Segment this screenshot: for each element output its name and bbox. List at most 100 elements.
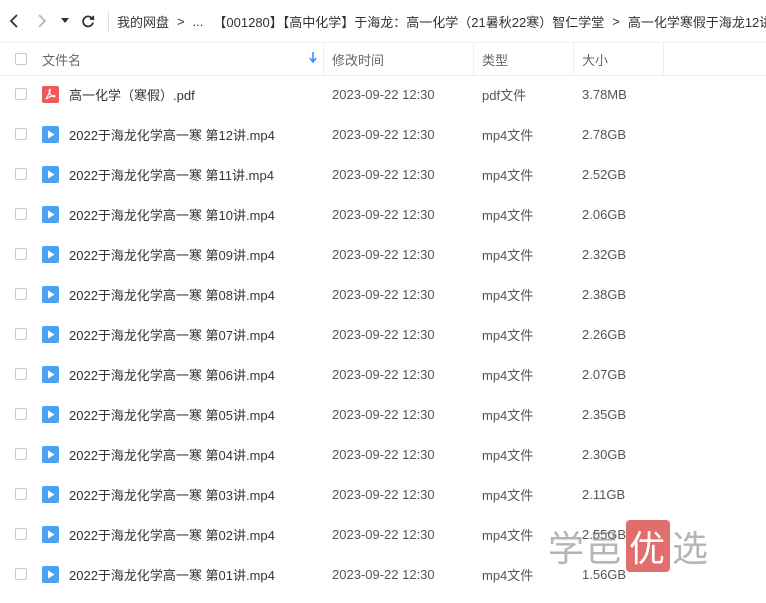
- refresh-icon: [82, 15, 95, 28]
- watermark-char: 邑: [586, 529, 625, 570]
- file-name[interactable]: 2022于海龙化学高一寒 第10讲.mp4: [69, 205, 275, 224]
- row-check-cell: [0, 128, 42, 140]
- file-row[interactable]: 2022于海龙化学高一寒 第06讲.mp4 2023-09-22 12:30 mp4…: [0, 354, 766, 394]
- breadcrumb-item[interactable]: ...: [191, 14, 206, 29]
- file-name[interactable]: 2022于海龙化学高一寒 第11讲.mp4: [69, 165, 274, 184]
- row-checkbox[interactable]: [15, 568, 27, 580]
- history-dropdown-button[interactable]: [56, 0, 74, 42]
- chevron-left-icon: [9, 14, 18, 28]
- video-icon: [42, 405, 59, 423]
- watermark-char: 学: [548, 529, 587, 570]
- file-name[interactable]: 2022于海龙化学高一寒 第06讲.mp4: [69, 365, 275, 384]
- file-modified: 2023-09-22 12:30: [332, 286, 435, 302]
- refresh-button[interactable]: [74, 0, 102, 42]
- breadcrumb-item[interactable]: 【001280】【高中化学】于海龙：高一化学（21暑秋22寒）智仁学堂: [211, 12, 606, 31]
- file-name[interactable]: 2022于海龙化学高一寒 第03讲.mp4: [69, 485, 275, 504]
- file-row[interactable]: 2022于海龙化学高一寒 第04讲.mp4 2023-09-22 12:30 mp4…: [0, 434, 766, 474]
- file-row[interactable]: 2022于海龙化学高一寒 第10讲.mp4 2023-09-22 12:30 mp4…: [0, 194, 766, 234]
- file-modified: 2023-09-22 12:30: [332, 486, 435, 502]
- file-name-cell: 2022于海龙化学高一寒 第09讲.mp4: [42, 245, 324, 264]
- file-row[interactable]: 2022于海龙化学高一寒 第09讲.mp4 2023-09-22 12:30 mp4…: [0, 234, 766, 274]
- file-row[interactable]: 2022于海龙化学高一寒 第05讲.mp4 2023-09-22 12:30 mp4…: [0, 394, 766, 434]
- file-size: 2.06GB: [582, 206, 627, 222]
- file-type: mp4文件: [482, 287, 534, 303]
- row-checkbox[interactable]: [15, 208, 27, 220]
- row-checkbox[interactable]: [15, 488, 27, 500]
- row-checkbox[interactable]: [15, 528, 27, 540]
- row-checkbox[interactable]: [15, 328, 27, 340]
- forward-button[interactable]: [28, 0, 56, 42]
- file-row[interactable]: 2022于海龙化学高一寒 第08讲.mp4 2023-09-22 12:30 mp4…: [0, 274, 766, 314]
- file-size: 2.26GB: [582, 326, 627, 342]
- column-header-type[interactable]: 类型: [474, 43, 574, 75]
- file-size: 2.32GB: [582, 246, 627, 262]
- back-button[interactable]: [0, 0, 28, 42]
- row-check-cell: [0, 528, 42, 540]
- column-header-type-label: 类型: [482, 52, 509, 68]
- file-type: mp4文件: [482, 367, 534, 383]
- file-row[interactable]: 2022于海龙化学高一寒 第11讲.mp4 2023-09-22 12:30 mp4…: [0, 154, 766, 194]
- row-checkbox[interactable]: [15, 448, 27, 460]
- row-check-cell: [0, 168, 42, 180]
- file-name-cell: 2022于海龙化学高一寒 第07讲.mp4: [42, 325, 324, 344]
- top-toolbar: 我的网盘 > ... 【001280】【高中化学】于海龙：高一化学（21暑秋22…: [0, 0, 766, 42]
- file-name[interactable]: 2022于海龙化学高一寒 第08讲.mp4: [69, 285, 275, 304]
- file-size: 2.35GB: [582, 406, 627, 422]
- video-icon: [42, 365, 59, 383]
- select-all-cell: [0, 53, 42, 65]
- caret-down-icon: [61, 18, 69, 23]
- file-modified: 2023-09-22 12:30: [332, 166, 435, 182]
- select-all-checkbox[interactable]: [15, 53, 27, 65]
- file-type: mp4文件: [482, 167, 534, 183]
- file-row[interactable]: 2022于海龙化学高一寒 第07讲.mp4 2023-09-22 12:30 mp4…: [0, 314, 766, 354]
- row-check-cell: [0, 408, 42, 420]
- row-check-cell: [0, 448, 42, 460]
- video-icon: [42, 565, 59, 583]
- file-name[interactable]: 2022于海龙化学高一寒 第02讲.mp4: [69, 525, 275, 544]
- column-header-modified-label: 修改时间: [332, 52, 385, 68]
- file-name[interactable]: 2022于海龙化学高一寒 第07讲.mp4: [69, 325, 275, 344]
- file-size: 2.07GB: [582, 366, 627, 382]
- column-header-size[interactable]: 大小: [574, 43, 664, 75]
- row-checkbox[interactable]: [15, 168, 27, 180]
- file-name[interactable]: 高一化学（寒假）.pdf: [69, 85, 195, 104]
- file-name-cell: 2022于海龙化学高一寒 第02讲.mp4: [42, 525, 324, 544]
- file-size: 2.52GB: [582, 166, 627, 182]
- file-list-header: 文件名 修改时间 类型 大小: [0, 42, 766, 76]
- breadcrumb-item[interactable]: 我的网盘: [115, 12, 171, 31]
- row-check-cell: [0, 488, 42, 500]
- breadcrumb: 我的网盘 > ... 【001280】【高中化学】于海龙：高一化学（21暑秋22…: [115, 12, 766, 31]
- file-modified: 2023-09-22 12:30: [332, 86, 435, 102]
- column-header-modified[interactable]: 修改时间: [324, 43, 474, 75]
- file-modified: 2023-09-22 12:30: [332, 326, 435, 342]
- file-size: 2.78GB: [582, 126, 627, 142]
- file-type: mp4文件: [482, 447, 534, 463]
- file-name-cell: 2022于海龙化学高一寒 第10讲.mp4: [42, 205, 324, 224]
- breadcrumb-item[interactable]: 高一化学寒假于海龙12讲: [626, 12, 766, 31]
- file-row[interactable]: 2022于海龙化学高一寒 第03讲.mp4 2023-09-22 12:30 mp4…: [0, 474, 766, 514]
- file-name-cell: 2022于海龙化学高一寒 第08讲.mp4: [42, 285, 324, 304]
- row-checkbox[interactable]: [15, 408, 27, 420]
- file-size: 2.11GB: [582, 486, 626, 502]
- file-name[interactable]: 2022于海龙化学高一寒 第01讲.mp4: [69, 565, 275, 584]
- row-checkbox[interactable]: [15, 288, 27, 300]
- file-name-cell: 2022于海龙化学高一寒 第05讲.mp4: [42, 405, 324, 424]
- file-name[interactable]: 2022于海龙化学高一寒 第04讲.mp4: [69, 445, 275, 464]
- video-icon: [42, 485, 59, 503]
- file-name[interactable]: 2022于海龙化学高一寒 第05讲.mp4: [69, 405, 275, 424]
- file-type: mp4文件: [482, 487, 534, 503]
- file-name[interactable]: 2022于海龙化学高一寒 第09讲.mp4: [69, 245, 275, 264]
- row-checkbox[interactable]: [15, 368, 27, 380]
- file-name-cell: 2022于海龙化学高一寒 第06讲.mp4: [42, 365, 324, 384]
- nav-buttons: [0, 0, 102, 42]
- video-icon: [42, 285, 59, 303]
- file-name[interactable]: 2022于海龙化学高一寒 第12讲.mp4: [69, 125, 275, 144]
- file-size: 2.30GB: [582, 446, 627, 462]
- file-row[interactable]: 2022于海龙化学高一寒 第12讲.mp4 2023-09-22 12:30 mp4…: [0, 114, 766, 154]
- file-row[interactable]: 高一化学（寒假）.pdf 2023-09-22 12:30 pdf文件 3.78MB: [0, 74, 766, 114]
- row-checkbox[interactable]: [15, 248, 27, 260]
- column-header-name[interactable]: 文件名: [42, 43, 324, 75]
- file-modified: 2023-09-22 12:30: [332, 246, 435, 262]
- row-checkbox[interactable]: [15, 128, 27, 140]
- row-checkbox[interactable]: [15, 88, 27, 100]
